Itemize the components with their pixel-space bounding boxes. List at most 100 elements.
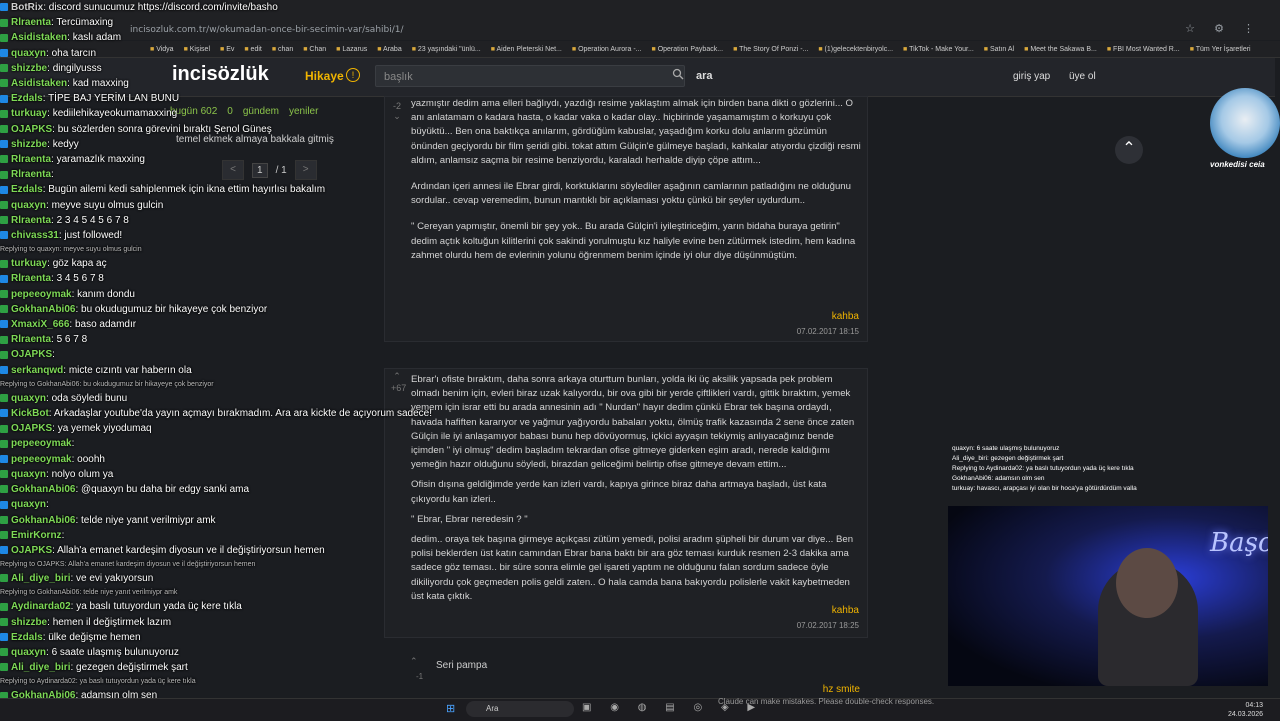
bookmark-item[interactable]: Aiden Pleterski Net... [491, 46, 562, 53]
chat-username[interactable]: Rlraenta [11, 169, 51, 180]
chat-username[interactable]: quaxyn [11, 48, 46, 59]
entry-date[interactable]: 07.02.2017 18:25 [797, 621, 859, 630]
chat-badge-icon [0, 500, 8, 509]
chat-message: Ezdals: TİPE BAJ YERİM LAN BUNU [0, 91, 380, 106]
chat-username[interactable]: pepeeoymak [11, 454, 72, 465]
bookmark-item[interactable]: Operation Payback... [652, 46, 723, 53]
chat-username[interactable]: shizzbe [11, 139, 47, 150]
bookmark-item[interactable]: TikTok - Make Your... [903, 46, 974, 53]
register-link[interactable]: üye ol [1069, 71, 1096, 82]
chat-username[interactable]: GokhanAbi06 [11, 484, 75, 495]
chat-username[interactable]: GokhanAbi06 [11, 304, 75, 315]
chat-username[interactable]: quaxyn [11, 647, 46, 658]
chat-text: ülke değişme hemen [48, 631, 141, 643]
chat-message: KickBot: Arkadaşlar youtube'da yayın açm… [0, 406, 432, 421]
chat-text: kediilehikayeokumamaxxing [52, 108, 178, 120]
bookmark-item[interactable]: 23 yaşındaki "ünlü... [412, 46, 481, 53]
search-icon[interactable] [672, 68, 684, 80]
taskbar-search[interactable]: Ara [466, 701, 574, 717]
chat-username[interactable]: Aydinarda02 [11, 601, 71, 612]
chat-message: quaxyn: 6 saate ulaşmış bulunuyoruz [0, 645, 380, 660]
chat-badge-icon [0, 48, 8, 57]
chat-message: Asidistaken: kad maxxing [0, 76, 380, 91]
chat-username[interactable]: quaxyn [11, 499, 46, 510]
entry-author[interactable]: kahba [832, 605, 859, 616]
bookmark-item[interactable]: Tüm Yer İşaretleri [1190, 46, 1251, 53]
bookmark-item[interactable]: FBI Most Wanted R... [1107, 46, 1180, 53]
chat-message: quaxyn: nolyo olum ya [0, 467, 380, 482]
vote-up-icon[interactable]: ⌃ [391, 371, 403, 382]
chat-badge-icon [0, 231, 8, 240]
chat-username[interactable]: pepeeoymak [11, 289, 72, 300]
chat-username[interactable]: KickBot [11, 408, 49, 419]
search-input[interactable]: başlık [375, 65, 685, 87]
chat-message: Rlraenta: Tercümaxing [0, 15, 380, 30]
chat-username[interactable]: Ezdals [11, 184, 43, 195]
chat-username[interactable]: Asidistaken [11, 32, 67, 43]
chat-username[interactable]: EmirKornz [11, 530, 62, 541]
chat-username[interactable]: Rlraenta [11, 273, 51, 284]
chat-username[interactable]: quaxyn [11, 393, 46, 404]
chat-badge-icon [0, 470, 8, 479]
chat-message: turkuay: göz kapa aç [0, 256, 380, 271]
windows-start-icon[interactable]: ⊞ [446, 702, 455, 715]
comment-author[interactable]: hz smite [823, 684, 860, 695]
bookmark-item[interactable]: Operation Aurora -... [572, 46, 641, 53]
chat-username[interactable]: shizzbe [11, 63, 47, 74]
chat-username[interactable]: Ali_diye_biri [11, 662, 70, 673]
chat-username[interactable]: BotRix [11, 2, 43, 13]
chat-message: Ali_diye_biri: gezegen değiştirmek şart [0, 660, 380, 675]
taskbar-app-icons[interactable]: ▣ ◉ ◍ ▤ ◎ ◈ ▶ [582, 702, 763, 713]
browser-toolbar-icons[interactable]: ☆ ⚙ ⋮ [1185, 22, 1262, 35]
entry-paragraph: Ofisin dışına geldiğimde yerde kan izler… [411, 479, 827, 505]
chat-username[interactable]: OJAPKS [11, 545, 52, 556]
chat-username[interactable]: XmaxiX_666 [11, 319, 69, 330]
chat-username[interactable]: Rlraenta [11, 334, 51, 345]
entry-date[interactable]: 07.02.2017 18:15 [797, 327, 859, 336]
chat-username[interactable]: Rlraenta [11, 215, 51, 226]
chat-text: dingilyusss [52, 62, 102, 74]
chat-badge-icon [0, 602, 8, 611]
cam-chat-line: Ali_diye_biri: gezegen değiştirmek şart [952, 455, 1064, 462]
comment-vote-up-icon[interactable]: ⌃ [410, 656, 418, 667]
chat-username[interactable]: Ezdals [11, 632, 43, 643]
bookmark-item[interactable]: The Story Of Ponzi -... [733, 46, 808, 53]
chat-username[interactable]: quaxyn [11, 200, 46, 211]
bookmark-item[interactable]: (1)gelecektenbiryolc... [818, 46, 893, 53]
chat-username[interactable]: shizzbe [11, 617, 47, 628]
chat-username[interactable]: turkuay [11, 108, 47, 119]
chat-badge-icon [0, 305, 8, 314]
chat-badge-icon [0, 485, 8, 494]
chat-username[interactable]: Ali_diye_biri [11, 573, 70, 584]
bookmark-item[interactable]: Meet the Sakawa B... [1024, 46, 1097, 53]
chat-text: Bugün ailemi kedi sahiplenmek için ikna … [48, 184, 326, 196]
chat-text: kedyy [52, 138, 79, 150]
chat-username[interactable]: Rlraenta [11, 154, 51, 165]
chat-username[interactable]: quaxyn [11, 469, 46, 480]
chat-username[interactable]: Ezdals [11, 93, 43, 104]
chat-username[interactable]: OJAPKS [11, 349, 52, 360]
entry-author[interactable]: kahba [832, 311, 859, 322]
bookmark-item[interactable]: Araba [377, 46, 402, 53]
chat-text: meyve suyu olmus gulcin [51, 199, 164, 211]
chat-username[interactable]: GokhanAbi06 [11, 515, 75, 526]
chat-badge-icon [0, 170, 8, 179]
vote-score: -2 [392, 101, 401, 111]
chat-username[interactable]: Rlraenta [11, 17, 51, 28]
bookmark-item[interactable]: Satın Al [984, 46, 1014, 53]
chat-badge-icon [0, 574, 8, 583]
search-button[interactable]: ara [696, 70, 713, 82]
login-link[interactable]: giriş yap [1013, 71, 1050, 82]
chat-username[interactable]: serkanqwd [11, 365, 63, 376]
chat-username[interactable]: pepeeoymak [11, 438, 72, 449]
chat-username[interactable]: Asidistaken [11, 78, 67, 89]
vote-down-icon[interactable]: ⌄ [391, 111, 403, 122]
chat-text: micte cızıntı var haberın ola [68, 364, 192, 376]
neon-sign: Başo [1210, 528, 1268, 558]
chat-username[interactable]: turkuay [11, 258, 47, 269]
chat-username[interactable]: chivass31 [11, 230, 59, 241]
chat-text: Tercümaxing [56, 17, 114, 29]
chat-username[interactable]: OJAPKS [11, 423, 52, 434]
chat-username[interactable]: OJAPKS [11, 124, 52, 135]
scroll-to-top-button[interactable]: ⌃ [1115, 136, 1143, 164]
